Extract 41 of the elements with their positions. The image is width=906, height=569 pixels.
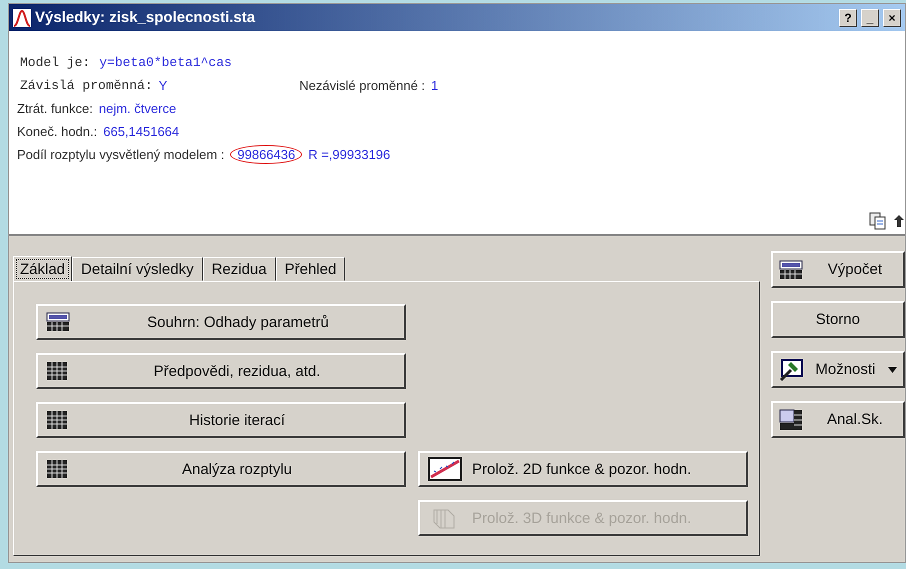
app-icon <box>13 8 31 26</box>
side-button[interactable]: Anal.Sk. <box>770 401 905 438</box>
side-button[interactable]: Výpočet <box>770 251 905 288</box>
grid-icon <box>46 410 68 430</box>
side-button[interactable]: Možnosti <box>770 351 905 388</box>
result-value: Y <box>158 78 168 93</box>
result-value: 665,1451664 <box>103 124 180 139</box>
result-value: 99866436 <box>230 145 302 164</box>
window-control[interactable]: _ <box>861 8 879 26</box>
result-label: Koneč. hodn.: <box>17 124 98 139</box>
result-label: Závislá proměnná: <box>19 78 153 93</box>
window-title: Výsledky: zisk_spolecnosti.sta <box>35 9 256 26</box>
result-button[interactable]: Historie iterací <box>36 402 406 438</box>
table-icon <box>778 260 803 280</box>
result-value: R =,99933196 <box>308 147 390 162</box>
tab[interactable]: Detailní výsledky <box>72 257 203 281</box>
side-button[interactable]: Storno <box>770 301 905 338</box>
arrow-icon[interactable] <box>893 212 905 230</box>
result-button[interactable]: Souhrn: Odhady parametrů <box>36 304 406 340</box>
tab[interactable]: Rezidua <box>202 257 276 281</box>
tab[interactable]: Základ <box>13 256 72 282</box>
grid-icon <box>46 459 68 479</box>
result-label: Model je: <box>19 55 90 70</box>
result-value: 1 <box>431 78 438 93</box>
table-icon <box>46 312 70 332</box>
fit-button[interactable]: Prolož. 2D funkce & pozor. hodn. <box>418 451 748 487</box>
result-label: y=beta0*beta1^cas <box>98 55 232 70</box>
window-control[interactable]: × <box>883 8 901 26</box>
result-button[interactable]: Analýza rozptylu <box>36 451 406 487</box>
hammer-icon <box>778 358 803 380</box>
tab[interactable]: Přehled <box>276 257 346 281</box>
chart-icon <box>428 457 462 481</box>
window-control[interactable]: ? <box>839 8 857 26</box>
result-label: Podíl rozptylu vysvětlený modelem : <box>17 147 224 162</box>
result-label: Nezávislé proměnné : <box>299 78 426 93</box>
grid-icon <box>46 361 68 381</box>
result-value: nejm. čtverce <box>98 101 176 116</box>
table-icon <box>778 408 803 430</box>
copy-icon[interactable] <box>869 212 887 230</box>
result-label: Ztrát. funkce: <box>17 101 93 116</box>
result-button[interactable]: Předpovědi, rezidua, atd. <box>36 353 406 389</box>
